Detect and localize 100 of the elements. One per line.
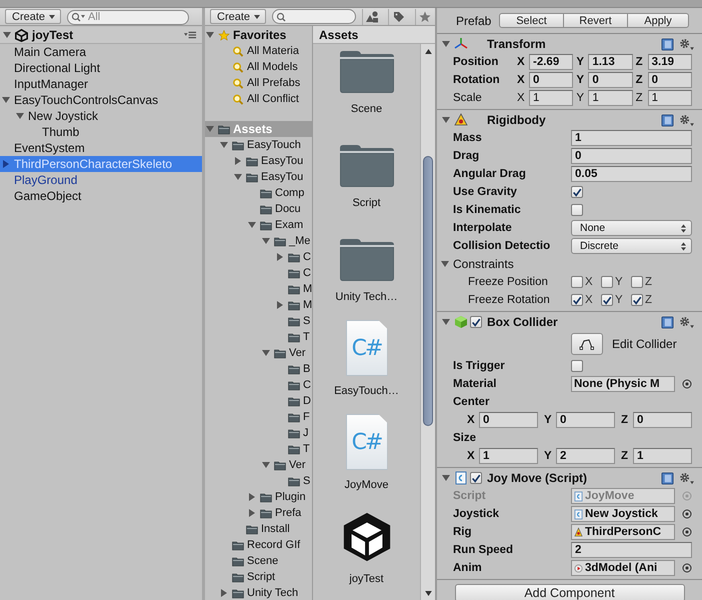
number-field[interactable]: 3.19 [648,54,692,70]
add-component-button[interactable]: Add Component [454,584,684,600]
foldout-arrow-icon[interactable] [442,40,450,48]
number-field[interactable]: 0 [556,412,615,428]
scroll-down-icon[interactable] [424,591,432,596]
checkbox[interactable] [601,276,613,288]
folder-item[interactable]: F [205,409,312,425]
folder-item[interactable]: Exam [205,217,312,233]
help-book-icon[interactable] [661,114,674,126]
hierarchy-item[interactable]: EasyTouchControlsCanvas [0,92,202,108]
folder-icon[interactable] [338,238,394,282]
prefab-action-button[interactable]: Revert [563,13,628,28]
foldout-arrow-icon[interactable] [220,589,228,597]
foldout-arrow-icon[interactable] [248,493,256,501]
number-field[interactable]: 1 [588,90,633,106]
hierarchy-item[interactable]: Main Camera [0,44,202,60]
object-field[interactable]: ThirdPersonC [571,524,675,540]
foldout-arrow-icon[interactable] [206,31,214,39]
foldout-arrow-icon[interactable] [276,253,284,261]
checkbox[interactable] [571,294,583,306]
hierarchy-item[interactable]: Directional Light [0,60,202,76]
foldout-arrow-icon[interactable] [234,157,242,165]
folder-icon[interactable] [338,50,394,94]
folder-item[interactable]: C [205,377,312,393]
object-field[interactable]: None (Physic M [571,376,675,392]
settings-icon[interactable] [679,472,694,484]
search-field[interactable]: All [67,10,190,24]
edit-collider-button[interactable] [571,333,603,355]
favorites-header[interactable]: Favorites [205,27,312,43]
help-book-icon[interactable] [661,472,674,484]
saved-search-item[interactable]: All Models [205,59,312,75]
checkbox[interactable] [631,276,643,288]
folder-item[interactable]: Unity Tech [205,585,312,600]
foldout-arrow-icon[interactable] [248,221,256,229]
settings-icon[interactable] [679,38,694,50]
number-field[interactable]: 0.05 [571,166,692,182]
folder-item[interactable]: M [205,297,312,313]
number-field[interactable]: 1 [479,448,538,464]
help-book-icon[interactable] [661,38,674,50]
folder-item[interactable]: EasyTouch [205,137,312,153]
checkbox[interactable] [571,204,583,216]
hierarchy-item[interactable]: InputManager [0,76,202,92]
foldout-arrow-icon[interactable] [3,31,11,39]
object-picker-icon[interactable] [682,563,692,573]
foldout-arrow-icon[interactable] [234,173,242,181]
create-button[interactable]: Create [5,9,62,24]
checkbox[interactable] [470,472,482,484]
foldout-arrow-icon[interactable] [220,141,228,149]
checkbox[interactable] [571,186,583,198]
folder-item[interactable]: Prefa [205,505,312,521]
hierarchy-item[interactable]: PlayGround [0,172,202,188]
foldout-arrow-icon[interactable] [16,112,24,120]
foldout-arrow-icon[interactable] [442,116,450,124]
component-title[interactable]: Joy Move (Script) [487,471,588,485]
component-title[interactable]: Rigidbody [487,113,546,127]
component-title[interactable]: Box Collider [487,315,558,329]
prefab-action-button[interactable]: Apply [627,13,689,28]
folder-item[interactable]: C [205,265,312,281]
component-title[interactable]: Transform [487,37,546,51]
foldout-arrow-icon[interactable] [442,318,450,326]
menu-icon[interactable] [184,31,197,39]
checkbox[interactable] [601,294,613,306]
search-field[interactable] [272,9,356,24]
folder-item[interactable]: Plugin [205,489,312,505]
foldout-arrow-icon[interactable] [262,349,270,357]
settings-icon[interactable] [679,114,694,126]
checkbox[interactable] [571,360,583,372]
checkbox[interactable] [470,316,482,328]
number-field[interactable]: 0 [479,412,538,428]
folder-item[interactable]: B [205,361,312,377]
dropdown[interactable]: None [571,220,692,236]
folder-icon[interactable] [338,144,394,188]
hierarchy-item[interactable]: GameObject [0,188,202,204]
foldout-arrow-icon[interactable] [248,509,256,517]
object-field[interactable]: 3dModel (Ani [571,560,675,576]
foldout-label[interactable]: Constraints [453,257,514,271]
foldout-arrow-icon[interactable] [262,237,270,245]
object-field[interactable]: New Joystick [571,506,675,522]
folder-item[interactable]: Record GIf [205,537,312,553]
number-field[interactable]: 1 [571,130,692,146]
scene-row[interactable]: joyTest [0,27,202,44]
hierarchy-item[interactable]: Thumb [0,124,202,140]
scroll-up-icon[interactable] [424,49,432,54]
number-field[interactable]: 0 [571,148,692,164]
folder-item[interactable]: M [205,281,312,297]
number-field[interactable]: 1 [648,90,692,106]
saved-search-item[interactable]: All Conflict [205,91,312,107]
foldout-arrow-icon[interactable] [442,474,450,482]
foldout-arrow-icon[interactable] [262,461,270,469]
hierarchy-item[interactable]: EventSystem [0,140,202,156]
number-field[interactable]: 2 [556,448,615,464]
foldout-arrow-icon[interactable] [2,160,10,168]
folder-item[interactable]: D [205,393,312,409]
folder-item[interactable]: Script [205,569,312,585]
checkbox[interactable] [571,276,583,288]
folder-item[interactable]: S [205,473,312,489]
settings-icon[interactable] [679,316,694,328]
saved-search-item[interactable]: All Materia [205,43,312,59]
foldout-arrow-icon[interactable] [441,260,449,268]
folder-item[interactable]: Docu [205,201,312,217]
